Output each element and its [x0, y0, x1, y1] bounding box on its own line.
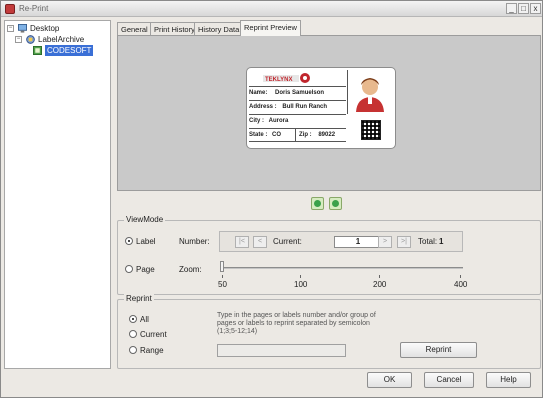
- title-bar: Re-Print _ □ x: [1, 1, 542, 17]
- number-label: Number:: [179, 237, 210, 246]
- codesoft-icon: [33, 46, 42, 55]
- card-name-value: Doris Samuelson: [275, 90, 325, 96]
- zoom-tick: [460, 275, 461, 278]
- number-navigator: |< < Current: 1 > >| Total: 1: [219, 231, 463, 252]
- zoom-slider-track[interactable]: [220, 267, 463, 269]
- range-hint-text: Type in the pages or labels number and/o…: [217, 312, 376, 335]
- card-city-row: City : Aurora: [249, 114, 346, 128]
- zoom-label: Zoom:: [179, 265, 202, 274]
- zoom-slider-thumb[interactable]: [220, 261, 224, 272]
- previous-label-button[interactable]: <: [253, 236, 267, 248]
- zoom-tick-label: 100: [294, 280, 308, 289]
- page-radio[interactable]: [125, 265, 133, 273]
- page-radio-text: Page: [136, 265, 155, 274]
- label-radio[interactable]: [125, 237, 133, 245]
- collapse-icon[interactable]: −: [15, 36, 22, 43]
- card-zip-label: Zip :: [299, 132, 312, 138]
- help-button[interactable]: Help: [486, 372, 531, 388]
- next-label-button[interactable]: >: [378, 236, 392, 248]
- window-title: Re-Print: [19, 4, 49, 13]
- label-preview: TEKLYNX Name: Doris Samuelson Address : …: [246, 67, 396, 149]
- current-label: Current:: [273, 237, 302, 246]
- tree-label-codesoft: CODESOFT: [45, 45, 94, 56]
- all-radio-text: All: [140, 315, 149, 324]
- zoom-tick: [300, 275, 301, 278]
- card-address-label: Address :: [249, 104, 277, 110]
- folder-tree[interactable]: − Desktop − LabelArchive CODESOFT: [4, 20, 111, 369]
- tab-history-data[interactable]: History Data: [194, 22, 244, 36]
- card-address-row: Address : Bull Run Ranch: [249, 100, 346, 114]
- reprint-title: Reprint: [124, 294, 154, 303]
- tab-print-history[interactable]: Print History: [150, 22, 199, 36]
- app-icon: [5, 4, 15, 14]
- card-state-label: State :: [249, 132, 268, 138]
- close-button[interactable]: x: [530, 3, 541, 14]
- teklynx-logo-graphic: TEKLYNX: [263, 73, 310, 83]
- photo-icon: [347, 70, 393, 114]
- prev-page-icon[interactable]: [311, 197, 324, 210]
- maximize-button[interactable]: □: [518, 3, 529, 14]
- cancel-button[interactable]: Cancel: [424, 372, 474, 388]
- all-radio[interactable]: [129, 315, 137, 323]
- range-input[interactable]: [217, 344, 346, 357]
- tab-reprint-preview[interactable]: Reprint Preview: [240, 20, 301, 36]
- card-city-label: City :: [249, 118, 264, 124]
- last-label-button[interactable]: >|: [397, 236, 411, 248]
- tree-label-labelarchive: LabelArchive: [38, 35, 85, 44]
- preview-area: TEKLYNX Name: Doris Samuelson Address : …: [117, 35, 541, 191]
- qr-code-icon: [361, 120, 381, 140]
- svg-text:TEKLYNX: TEKLYNX: [265, 77, 292, 83]
- current-radio-text: Current: [140, 330, 167, 339]
- tree-label-desktop: Desktop: [30, 24, 60, 33]
- archive-icon: [26, 35, 35, 44]
- range-radio-text: Range: [140, 346, 164, 355]
- minimize-button[interactable]: _: [506, 3, 517, 14]
- card-address-value: Bull Run Ranch: [282, 104, 328, 110]
- card-state-row: State : CO Zip : 89022: [249, 128, 346, 142]
- zoom-tick-label: 400: [454, 280, 468, 289]
- card-zip-value: 89022: [318, 132, 336, 138]
- viewmode-title: ViewMode: [124, 215, 166, 224]
- zoom-tick: [379, 275, 380, 278]
- card-city-value: Aurora: [268, 118, 289, 124]
- card-state-value: CO: [272, 132, 282, 138]
- teklynx-logo: TEKLYNX: [253, 71, 343, 85]
- range-radio[interactable]: [129, 346, 137, 354]
- tab-general[interactable]: General: [117, 22, 152, 36]
- card-zip-cell: Zip : 89022: [295, 129, 335, 142]
- zoom-tick-label: 200: [373, 280, 387, 289]
- label-radio-text: Label: [136, 237, 156, 246]
- current-number-input[interactable]: 1: [334, 236, 382, 248]
- total-value: 1: [439, 237, 444, 246]
- current-radio[interactable]: [129, 330, 137, 338]
- card-name-row: Name: Doris Samuelson: [249, 86, 346, 100]
- reprint-button[interactable]: Reprint: [400, 342, 477, 358]
- ok-button[interactable]: OK: [367, 372, 412, 388]
- total-label: Total:: [418, 237, 438, 246]
- card-name-label: Name:: [249, 90, 268, 96]
- zoom-tick-label: 50: [218, 280, 227, 289]
- collapse-icon[interactable]: −: [7, 25, 14, 32]
- next-page-icon[interactable]: [329, 197, 342, 210]
- first-label-button[interactable]: |<: [235, 236, 249, 248]
- zoom-tick: [222, 275, 223, 278]
- reprint-window: Re-Print _ □ x − Desktop − LabelArchive: [0, 0, 543, 398]
- desktop-icon: [18, 24, 27, 33]
